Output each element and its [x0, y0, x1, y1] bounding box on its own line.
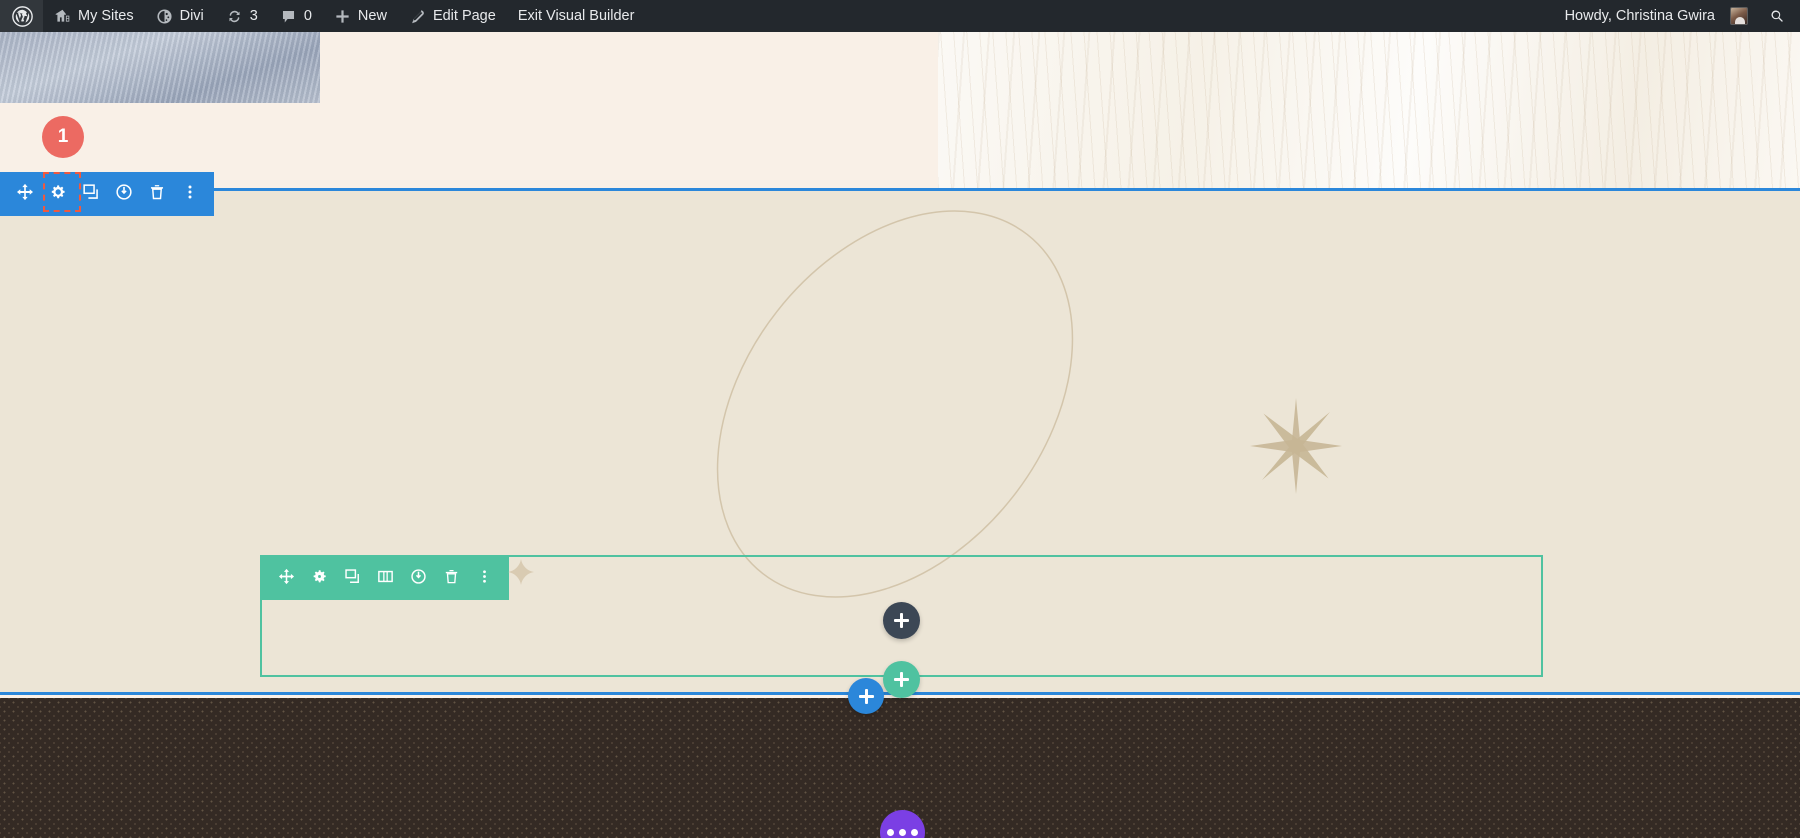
page-top-strip — [0, 32, 1800, 188]
sites-building-icon — [54, 8, 71, 25]
plus-icon — [894, 672, 909, 687]
horizontal-dots-icon — [887, 829, 894, 836]
adminbar-label-edit-page: Edit Page — [432, 8, 496, 24]
vertical-dots-icon — [181, 183, 199, 206]
add-row-button[interactable] — [883, 661, 920, 698]
adminbar-item-my-sites[interactable]: My Sites — [43, 0, 145, 32]
adminbar-label-my-sites: My Sites — [78, 8, 134, 24]
gear-icon — [49, 183, 67, 206]
row-toolbar — [262, 557, 509, 600]
four-point-star-icon — [508, 559, 534, 585]
refresh-arrows-icon — [226, 8, 243, 25]
search-icon — [1769, 8, 1786, 25]
plus-icon — [858, 688, 874, 704]
comment-bubble-icon — [280, 8, 297, 25]
plus-icon — [894, 613, 909, 628]
gear-icon — [311, 568, 328, 590]
visual-builder-screen: My Sites Divi 3 0 New Edit Page Exit Vis… — [0, 0, 1800, 838]
add-section-button[interactable] — [848, 678, 884, 714]
move-arrows-icon — [16, 183, 34, 206]
add-module-button[interactable] — [883, 602, 920, 639]
adminbar-label-comments: 0 — [303, 8, 312, 24]
plus-icon — [334, 8, 351, 25]
horizontal-dots-icon — [911, 829, 918, 836]
row-settings-button[interactable] — [303, 557, 336, 600]
section-more-button[interactable] — [173, 172, 206, 216]
adminbar-account-area: Howdy, Christina Gwira — [1554, 0, 1800, 32]
move-arrows-icon — [278, 568, 295, 590]
row-more-button[interactable] — [468, 557, 501, 600]
row-disable-button[interactable] — [402, 557, 435, 600]
horizontal-dots-icon — [899, 829, 906, 836]
adminbar-item-new[interactable]: New — [323, 0, 398, 32]
section-move-button[interactable] — [8, 172, 41, 216]
vertical-dots-icon — [476, 568, 493, 590]
adminbar-search-button[interactable] — [1759, 0, 1800, 32]
adminbar-item-divi[interactable]: Divi — [145, 0, 215, 32]
section-disable-button[interactable] — [107, 172, 140, 216]
wordpress-logo-button[interactable] — [0, 0, 43, 32]
header-image-marble — [938, 32, 1800, 188]
row-columns-button[interactable] — [369, 557, 402, 600]
row-duplicate-button[interactable] — [336, 557, 369, 600]
adminbar-label-revisions: 3 — [249, 8, 258, 24]
pencil-icon — [409, 8, 426, 25]
trash-icon — [443, 568, 460, 590]
adminbar-item-revisions[interactable]: 3 — [215, 0, 269, 32]
columns-grid-icon — [377, 568, 394, 590]
adminbar-howdy-menu[interactable]: Howdy, Christina Gwira — [1554, 0, 1759, 32]
adminbar-label-exit-vb: Exit Visual Builder — [517, 8, 635, 24]
duplicate-icon — [82, 183, 100, 206]
adminbar-item-edit-page[interactable]: Edit Page — [398, 0, 507, 32]
adminbar-label-divi: Divi — [179, 8, 204, 24]
divi-logo-icon — [156, 8, 173, 25]
row-move-button[interactable] — [270, 557, 303, 600]
section-number-badge: 1 — [42, 116, 84, 158]
adminbar-item-exit-visual-builder[interactable]: Exit Visual Builder — [507, 0, 646, 32]
section-duplicate-button[interactable] — [74, 172, 107, 216]
adminbar-label-new: New — [357, 8, 387, 24]
row-delete-button[interactable] — [435, 557, 468, 600]
power-toggle-icon — [410, 568, 427, 590]
power-toggle-icon — [115, 183, 133, 206]
duplicate-icon — [344, 568, 361, 590]
header-image-left — [0, 32, 320, 103]
section-toolbar — [0, 172, 214, 216]
avatar — [1730, 7, 1748, 25]
section-delete-button[interactable] — [140, 172, 173, 216]
wp-admin-bar: My Sites Divi 3 0 New Edit Page Exit Vis… — [0, 0, 1800, 32]
trash-icon — [148, 183, 166, 206]
page-canvas: 1 — [0, 32, 1800, 838]
page-section[interactable] — [0, 188, 1800, 823]
adminbar-howdy-label: Howdy, Christina Gwira — [1564, 8, 1715, 24]
eight-point-sparkle-icon — [1250, 398, 1342, 494]
wordpress-logo-icon — [12, 5, 33, 27]
section-settings-button[interactable] — [41, 172, 74, 216]
adminbar-item-comments[interactable]: 0 — [269, 0, 323, 32]
